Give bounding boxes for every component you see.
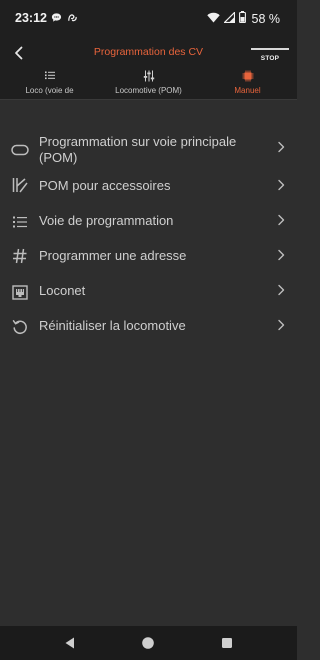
sliders-icon — [143, 70, 154, 82]
menu-item-label: Voie de programmation — [39, 213, 174, 228]
chevron-right-icon — [278, 141, 285, 153]
battery-icon — [238, 10, 246, 28]
menu-item-label: Loconet — [39, 283, 86, 298]
menu-item-label: Réinitialiser la locomotive — [39, 318, 186, 333]
chat-bubble-icon — [51, 10, 62, 28]
menu-item-label: Programmer une adresse — [39, 248, 187, 263]
chevron-right-icon — [278, 284, 285, 296]
menu-item-label: Programmation sur voie principale (POM) — [39, 134, 237, 165]
menu-item-programming-track[interactable]: Voie de programmation — [0, 205, 297, 240]
status-time: 23:12 — [15, 11, 47, 25]
menu-item-pom-main[interactable]: Programmation sur voie principale (POM) — [0, 130, 297, 170]
menu-item-pom-accessories[interactable]: POM pour accessoires — [0, 170, 297, 205]
list-icon — [44, 71, 55, 80]
list-icon — [11, 213, 29, 231]
tab-label: Loco (voie de — [25, 86, 74, 95]
hash-icon — [11, 247, 29, 265]
reset-icon — [11, 318, 29, 336]
wifi-icon — [206, 10, 220, 28]
tab-loco-voie[interactable]: Loco (voie de — [0, 68, 99, 100]
battery-percent: 58 % — [251, 12, 281, 26]
link-icon — [67, 10, 78, 28]
tab-locomotive-pom[interactable]: Locomotive (POM) — [99, 68, 198, 100]
chevron-right-icon — [278, 179, 285, 191]
system-nav-bar — [0, 626, 297, 660]
menu-item-label: POM pour accessoires — [39, 178, 171, 193]
tab-manuel[interactable]: Manuel — [198, 68, 297, 100]
home-circle-icon[interactable] — [141, 636, 155, 650]
menu-item-program-address[interactable]: Programmer une adresse — [0, 240, 297, 275]
chevron-right-icon — [278, 214, 285, 226]
tab-bar: Loco (voie de Locomotive (POM) Manuel — [0, 68, 297, 100]
stop-label: STOP — [260, 55, 280, 62]
tab-label: Locomotive (POM) — [115, 86, 182, 95]
chevron-right-icon — [278, 249, 285, 261]
menu-item-loconet[interactable]: Loconet — [0, 275, 297, 310]
chevron-right-icon — [278, 319, 285, 331]
stop-button[interactable]: STOP — [251, 48, 289, 64]
signal-icon — [222, 10, 235, 28]
tab-label: Manuel — [234, 86, 261, 95]
recents-square-icon[interactable] — [220, 636, 234, 650]
menu-item-reset-locomotive[interactable]: Réinitialiser la locomotive — [0, 310, 297, 345]
back-triangle-icon[interactable] — [63, 636, 77, 650]
app-header: Programmation des CV STOP Loco (voie de … — [0, 36, 297, 100]
loconet-icon — [11, 283, 29, 301]
menu-list: Programmation sur voie principale (POM) … — [0, 130, 297, 345]
track-loop-icon — [11, 141, 29, 159]
chip-icon — [242, 70, 253, 82]
switch-turnout-icon — [11, 176, 29, 194]
status-bar: 23:12 58 % — [0, 0, 297, 36]
